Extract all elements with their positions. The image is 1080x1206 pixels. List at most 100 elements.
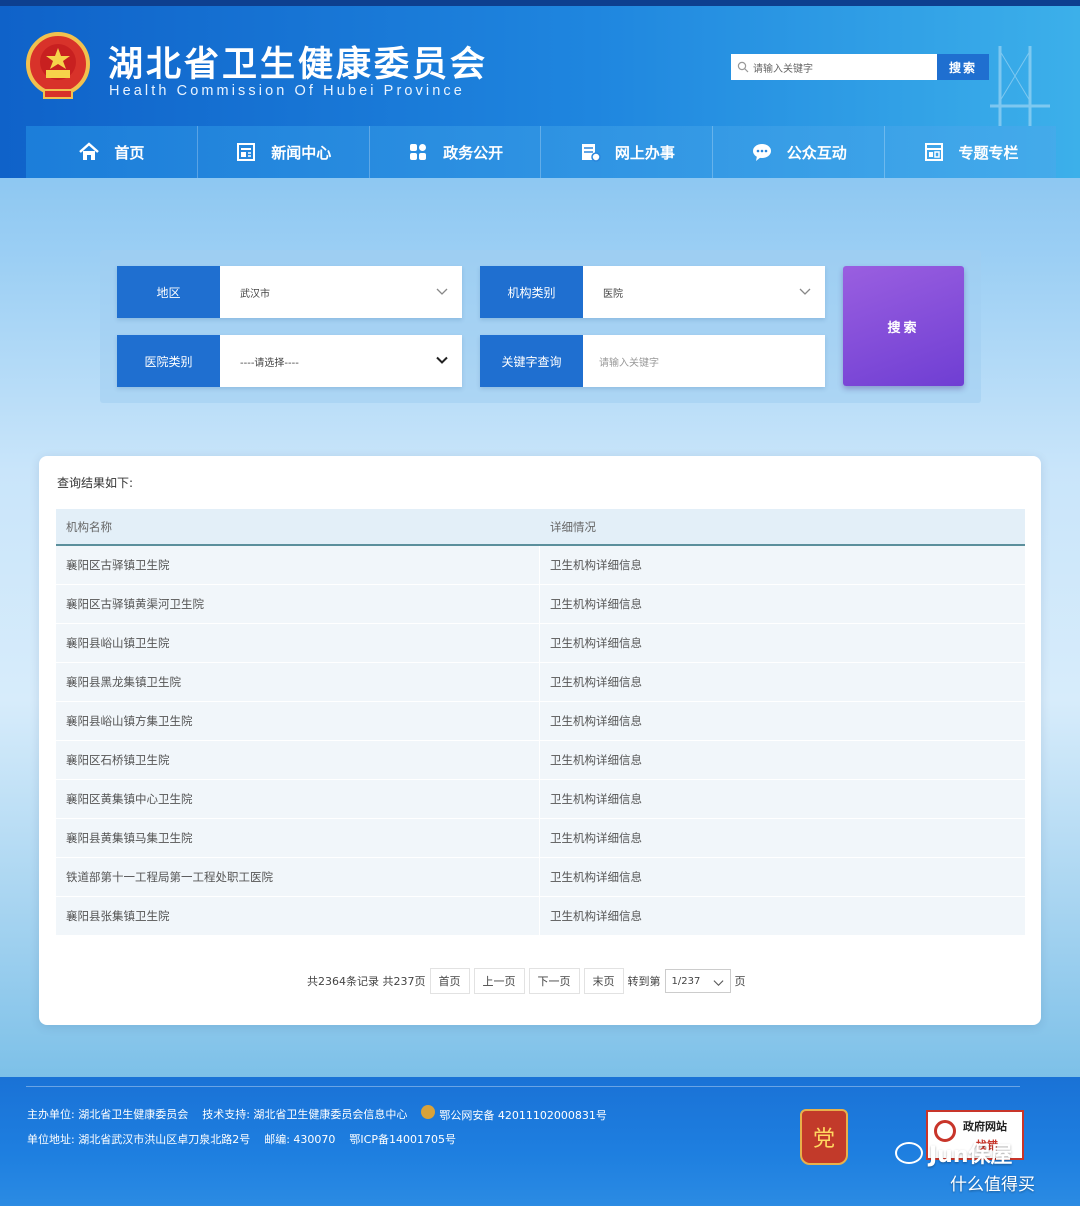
chevron-down-icon [713,980,723,987]
table-row: 襄阳区古驿镇卫生院 卫生机构详细信息 [56,546,1025,585]
watermark-site: 什么值得买 [950,1170,1035,1195]
nav-item-government-affairs[interactable]: 政务公开 [370,126,542,178]
last-page-button[interactable]: 末页 [583,968,624,994]
nav-item-home[interactable]: 首页 [26,126,198,178]
institution-name-link[interactable]: 襄阳县峪山镇方集卫生院 [56,702,540,740]
hospital-type-filter: 医院类别 ----请选择---- [117,335,462,387]
news-icon [237,143,256,161]
search-button[interactable]: 搜索 [843,266,964,386]
hospital-type-label: 医院类别 [117,335,220,387]
nav-item-label: 公众互动 [786,143,847,162]
keyword-label: 关键字查询 [480,335,583,387]
region-filter: 地区 武汉市 [117,266,462,318]
record-summary: 共2364条记录 共237页 [307,975,426,988]
nav-item-label: 网上办事 [614,143,675,162]
detail-link[interactable]: 卫生机构详细信息 [540,663,1025,701]
hospital-type-select[interactable]: ----请选择---- [220,335,462,387]
institution-name-link[interactable]: 襄阳区古驿镇卫生院 [56,546,540,584]
table-row: 襄阳县峪山镇方集卫生院 卫生机构详细信息 [56,702,1025,741]
prev-page-button[interactable]: 上一页 [473,968,525,994]
column-header-name: 机构名称 [66,519,112,534]
footer-divider [26,1086,1020,1087]
page-select[interactable]: 1/237 [664,969,731,993]
org-type-select[interactable]: 医院 [583,266,825,318]
table-row: 铁道部第十一工程局第一工程处职工医院 卫生机构详细信息 [56,858,1025,897]
page-suffix: 页 [734,975,746,988]
watermark-author: Jun保屋 [895,1137,1013,1169]
detail-link[interactable]: 卫生机构详细信息 [540,780,1025,818]
detail-link[interactable]: 卫生机构详细信息 [540,585,1025,623]
region-value: 武汉市 [240,288,270,300]
keyword-filter: 关键字查询 请输入关键字 [480,335,825,387]
institution-name-link[interactable]: 襄阳区古驿镇黄渠河卫生院 [56,585,540,623]
detail-link[interactable]: 卫生机构详细信息 [540,702,1025,740]
footer-line-1: 主办单位: 湖北省卫生健康委员会 技术支持: 湖北省卫生健康委员会信息中心 鄂公… [27,1105,607,1123]
detail-link[interactable]: 卫生机构详细信息 [540,858,1025,896]
footer-sponsor: 主办单位: 湖北省卫生健康委员会 [27,1108,189,1121]
institution-name-link[interactable]: 襄阳县张集镇卫生院 [56,897,540,935]
site-title: 湖北省卫生健康委员会 [108,45,489,85]
keyword-placeholder: 请输入关键字 [599,357,659,369]
institution-name-link[interactable]: 襄阳县峪山镇卫生院 [56,624,540,662]
table-row: 襄阳区黄集镇中心卫生院 卫生机构详细信息 [56,780,1025,819]
home-icon [79,142,100,160]
nav-item-public-interaction[interactable]: 公众互动 [713,126,886,178]
police-record-text: 鄂公网安备 42011102000831号 [439,1109,607,1122]
nav-item-topics[interactable]: 专题专栏 [885,126,1056,178]
detail-link[interactable]: 卫生机构详细信息 [540,624,1025,662]
nav-item-online-services[interactable]: 网上办事 [541,126,714,178]
nav-item-label: 首页 [114,143,145,162]
chevron-down-icon [436,356,448,364]
watermark-author-text: Jun保屋 [929,1143,1013,1168]
nav-item-news[interactable]: 新闻中心 [198,126,370,178]
header-search-button[interactable]: 搜索 [937,54,989,80]
region-label: 地区 [117,266,220,318]
footer-address: 单位地址: 湖北省武汉市洪山区卓刀泉北路2号 [27,1133,251,1146]
chevron-down-icon [436,288,448,295]
footer-tech-support: 技术支持: 湖北省卫生健康委员会信息中心 [202,1108,408,1121]
hospital-type-value: ----请选择---- [240,357,299,369]
topic-icon [924,143,943,161]
institution-name-link[interactable]: 襄阳县黄集镇马集卫生院 [56,819,540,857]
footer-police-record[interactable]: 鄂公网安备 42011102000831号 [421,1105,607,1123]
institution-name-link[interactable]: 铁道部第十一工程局第一工程处职工医院 [56,858,540,896]
detail-link[interactable]: 卫生机构详细信息 [540,546,1025,584]
keyword-input[interactable]: 请输入关键字 [583,335,825,387]
results-heading: 查询结果如下: [57,476,134,490]
page-select-value: 1/237 [671,975,701,987]
column-header-detail: 详细情况 [550,519,596,534]
detail-link[interactable]: 卫生机构详细信息 [540,819,1025,857]
table-header: 机构名称 详细情况 [56,509,1025,546]
footer-icp[interactable]: 鄂ICP备14001705号 [349,1131,456,1147]
party-government-badge-icon[interactable]: 党 [800,1109,848,1165]
institution-name-link[interactable]: 襄阳区石桥镇卫生院 [56,741,540,779]
first-page-button[interactable]: 首页 [429,968,470,994]
goto-label: 转到第 [627,975,661,988]
table-row: 襄阳县黄集镇马集卫生院 卫生机构详细信息 [56,819,1025,858]
header-search-input[interactable]: 请输入关键字 [731,54,937,80]
next-page-button[interactable]: 下一页 [528,968,580,994]
watermark-site-text: 什么值得买 [950,1175,1035,1195]
detail-link[interactable]: 卫生机构详细信息 [540,741,1025,779]
document-icon [581,144,601,162]
region-select[interactable]: 武汉市 [220,266,462,318]
nav-item-label: 专题专栏 [958,143,1019,162]
org-type-filter: 机构类别 医院 [480,266,825,318]
national-emblem-icon [26,32,90,99]
wechat-icon [895,1142,923,1164]
table-row: 襄阳县黑龙集镇卫生院 卫生机构详细信息 [56,663,1025,702]
nav-item-label: 新闻中心 [271,143,332,162]
site-subtitle: Health Commission Of Hubei Province [109,83,465,99]
institution-name-link[interactable]: 襄阳县黑龙集镇卫生院 [56,663,540,701]
pagination: 共2364条记录 共237页 首页 上一页 下一页 末页 转到第 1/237 页 [307,968,746,994]
error-badge-line1: 政府网站 [963,1120,1007,1133]
header-search-placeholder: 请输入关键字 [753,63,813,75]
institution-name-link[interactable]: 襄阳区黄集镇中心卫生院 [56,780,540,818]
main-nav: 首页 新闻中心 政务公开 网上办事 公众互动 专题专栏 [26,126,1056,178]
detail-link[interactable]: 卫生机构详细信息 [540,897,1025,935]
police-badge-icon [421,1105,436,1119]
chevron-down-icon [799,288,811,295]
table-row: 襄阳区古驿镇黄渠河卫生院 卫生机构详细信息 [56,585,1025,624]
chat-icon [752,144,771,161]
org-type-value: 医院 [603,288,623,300]
